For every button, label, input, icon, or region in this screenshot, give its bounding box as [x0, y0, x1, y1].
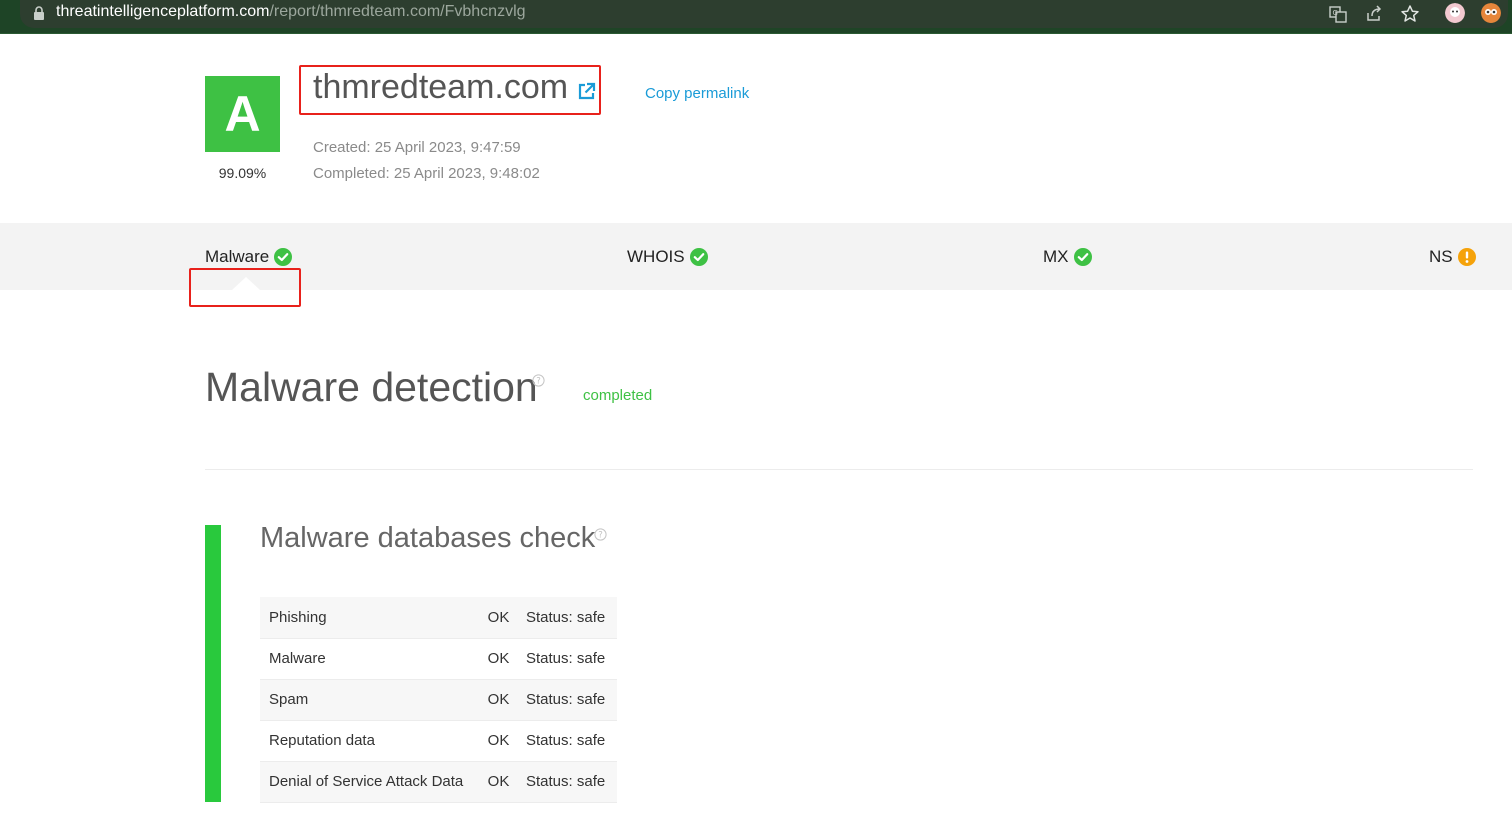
svg-text:?: ? — [536, 377, 541, 387]
check-name: Denial of Service Attack Data — [260, 761, 479, 803]
tab-ns[interactable]: NS — [1429, 246, 1476, 268]
section-title: Malware detection — [205, 364, 538, 410]
check-status: Status: safe — [518, 720, 617, 762]
check-icon — [1073, 248, 1092, 266]
help-icon[interactable]: ? — [532, 374, 545, 387]
lock-icon — [34, 6, 44, 20]
browser-toolbar: threatintelligenceplatform.com/report/th… — [0, 0, 1512, 34]
check-result: OK — [479, 597, 518, 639]
check-name: Malware — [260, 638, 479, 680]
check-name: Phishing — [260, 597, 479, 639]
check-status: Status: safe — [518, 597, 617, 639]
created-timestamp: Created: 25 April 2023, 9:47:59 — [313, 139, 521, 156]
table-row: Reputation data OK Status: safe — [260, 720, 617, 762]
highlight-box-domain — [299, 65, 601, 115]
check-icon — [274, 248, 293, 266]
subsection-title: Malware databases check — [260, 522, 596, 554]
tab-malware[interactable]: Malware — [205, 246, 293, 268]
divider — [205, 469, 1473, 470]
table-row: Denial of Service Attack Data OK Status:… — [260, 761, 617, 803]
check-name: Spam — [260, 679, 479, 721]
grade-badge: A — [205, 76, 280, 152]
tab-whois[interactable]: WHOIS — [627, 246, 708, 268]
grade-score: 99.09% — [218, 165, 267, 181]
check-status: Status: safe — [518, 761, 617, 803]
check-result: OK — [479, 638, 518, 680]
profile-avatar-icon[interactable] — [1445, 3, 1465, 23]
tab-mx[interactable]: MX — [1043, 246, 1092, 268]
check-status: Status: safe — [518, 679, 617, 721]
extension-icon[interactable] — [1481, 3, 1501, 23]
table-row: Phishing OK Status: safe — [260, 597, 617, 639]
check-result: OK — [479, 679, 518, 721]
help-icon[interactable]: ? — [594, 528, 607, 541]
translate-icon[interactable]: G — [1328, 4, 1348, 24]
table-row: Malware OK Status: safe — [260, 638, 617, 680]
check-result: OK — [479, 720, 518, 762]
tab-label: NS — [1429, 247, 1453, 266]
status-rail — [205, 525, 221, 802]
check-status: Status: safe — [518, 638, 617, 680]
check-icon — [689, 248, 708, 266]
bookmark-star-icon[interactable] — [1400, 4, 1420, 24]
malware-check-table: Phishing OK Status: safe Malware OK Stat… — [260, 597, 617, 803]
copy-permalink-link[interactable]: Copy permalink — [645, 85, 749, 102]
svg-text:?: ? — [598, 531, 603, 541]
check-result: OK — [479, 761, 518, 803]
tab-label: MX — [1043, 247, 1069, 266]
highlight-box-tab — [189, 268, 301, 307]
check-name: Reputation data — [260, 720, 479, 762]
table-row: Spam OK Status: safe — [260, 679, 617, 721]
share-icon[interactable] — [1364, 4, 1384, 24]
status-completed: completed — [583, 387, 653, 404]
svg-text:G: G — [1333, 9, 1338, 17]
tab-label: Malware — [205, 247, 270, 266]
tab-label: WHOIS — [627, 247, 685, 266]
warning-icon — [1457, 248, 1476, 266]
url-text[interactable]: threatintelligenceplatform.com/report/th… — [56, 3, 526, 21]
completed-timestamp: Completed: 25 April 2023, 9:48:02 — [313, 165, 540, 182]
